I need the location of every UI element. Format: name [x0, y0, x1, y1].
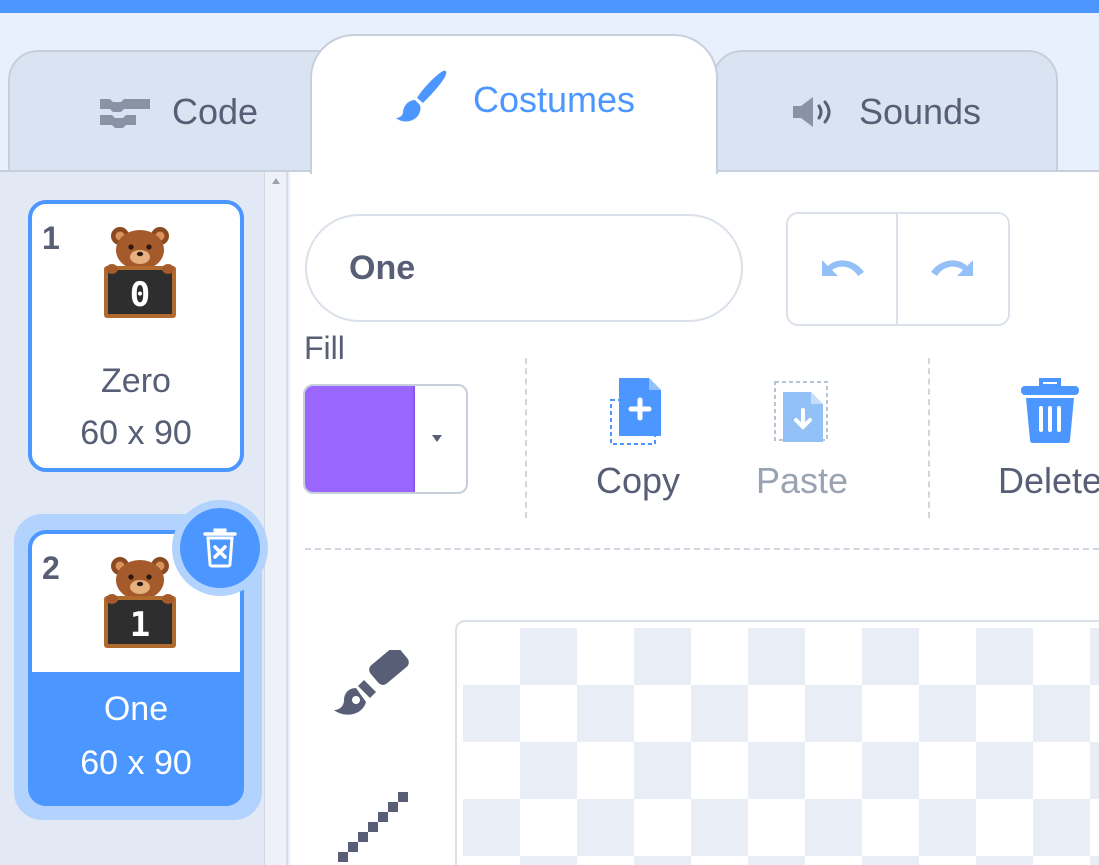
fill-label: Fill — [304, 330, 345, 366]
paintbrush-icon — [393, 68, 449, 133]
tab-costumes[interactable]: Costumes — [310, 34, 718, 174]
top-gap — [0, 13, 1099, 16]
line-icon — [338, 792, 408, 862]
costume-name: Zero — [101, 362, 171, 400]
line-tool-button[interactable] — [336, 790, 410, 865]
scroll-up-arrow-icon[interactable] — [272, 178, 280, 184]
delete-label: Delete — [997, 460, 1099, 501]
tab-sounds-label: Sounds — [858, 91, 982, 132]
trash-x-icon — [203, 528, 237, 568]
toolbar-divider — [928, 358, 930, 518]
tab-costumes-label: Costumes — [472, 79, 636, 120]
brush-icon — [334, 647, 409, 715]
redo-button[interactable] — [898, 214, 1008, 324]
delete-button[interactable]: Delete — [980, 370, 1099, 502]
costume-item-zero[interactable]: 1 0 Zero 60 x 90 — [28, 200, 244, 472]
top-accent-bar — [0, 0, 1099, 13]
trash-icon — [1021, 378, 1079, 443]
thumbnail-digit: 1 — [130, 605, 150, 645]
costume-number: 2 — [42, 550, 60, 586]
costume-name: One — [103, 690, 169, 728]
tab-code[interactable]: Code — [8, 50, 348, 172]
drawing-canvas[interactable] — [455, 620, 1099, 865]
paste-label: Paste — [755, 460, 849, 501]
copy-button[interactable]: Copy — [578, 370, 698, 502]
thumbnail-digit: 0 — [130, 275, 150, 315]
copy-label: Copy — [595, 460, 681, 501]
dropdown-arrow-icon[interactable] — [432, 435, 442, 442]
delete-costume-button[interactable] — [180, 508, 260, 588]
paste-icon — [774, 381, 828, 442]
fill-color-swatch[interactable] — [305, 386, 415, 492]
redo-icon — [931, 260, 973, 276]
costume-size: 60 x 90 — [80, 414, 192, 452]
undo-button[interactable] — [788, 214, 898, 324]
undo-redo-group — [786, 212, 1010, 326]
costume-thumbnail: 1 — [104, 557, 176, 648]
paste-button[interactable]: Paste — [742, 370, 862, 502]
transparent-checkerboard — [463, 628, 1099, 865]
toolbar-divider — [525, 358, 527, 518]
toolbar-separator — [305, 548, 1099, 550]
copy-icon — [610, 378, 661, 445]
costume-thumbnail: 0 — [104, 227, 176, 318]
tab-code-label: Code — [171, 91, 259, 132]
brush-tool-button[interactable] — [330, 647, 414, 731]
costume-size: 60 x 90 — [80, 744, 192, 782]
undo-icon — [822, 260, 864, 276]
tab-sounds[interactable]: Sounds — [712, 50, 1058, 172]
costume-number: 1 — [42, 220, 60, 256]
sidebar-scrollbar[interactable] — [265, 172, 288, 865]
speaker-icon — [789, 95, 841, 129]
fill-color-picker[interactable] — [303, 384, 468, 494]
costume-name-input[interactable]: One — [305, 214, 743, 322]
code-blocks-icon — [98, 95, 154, 129]
